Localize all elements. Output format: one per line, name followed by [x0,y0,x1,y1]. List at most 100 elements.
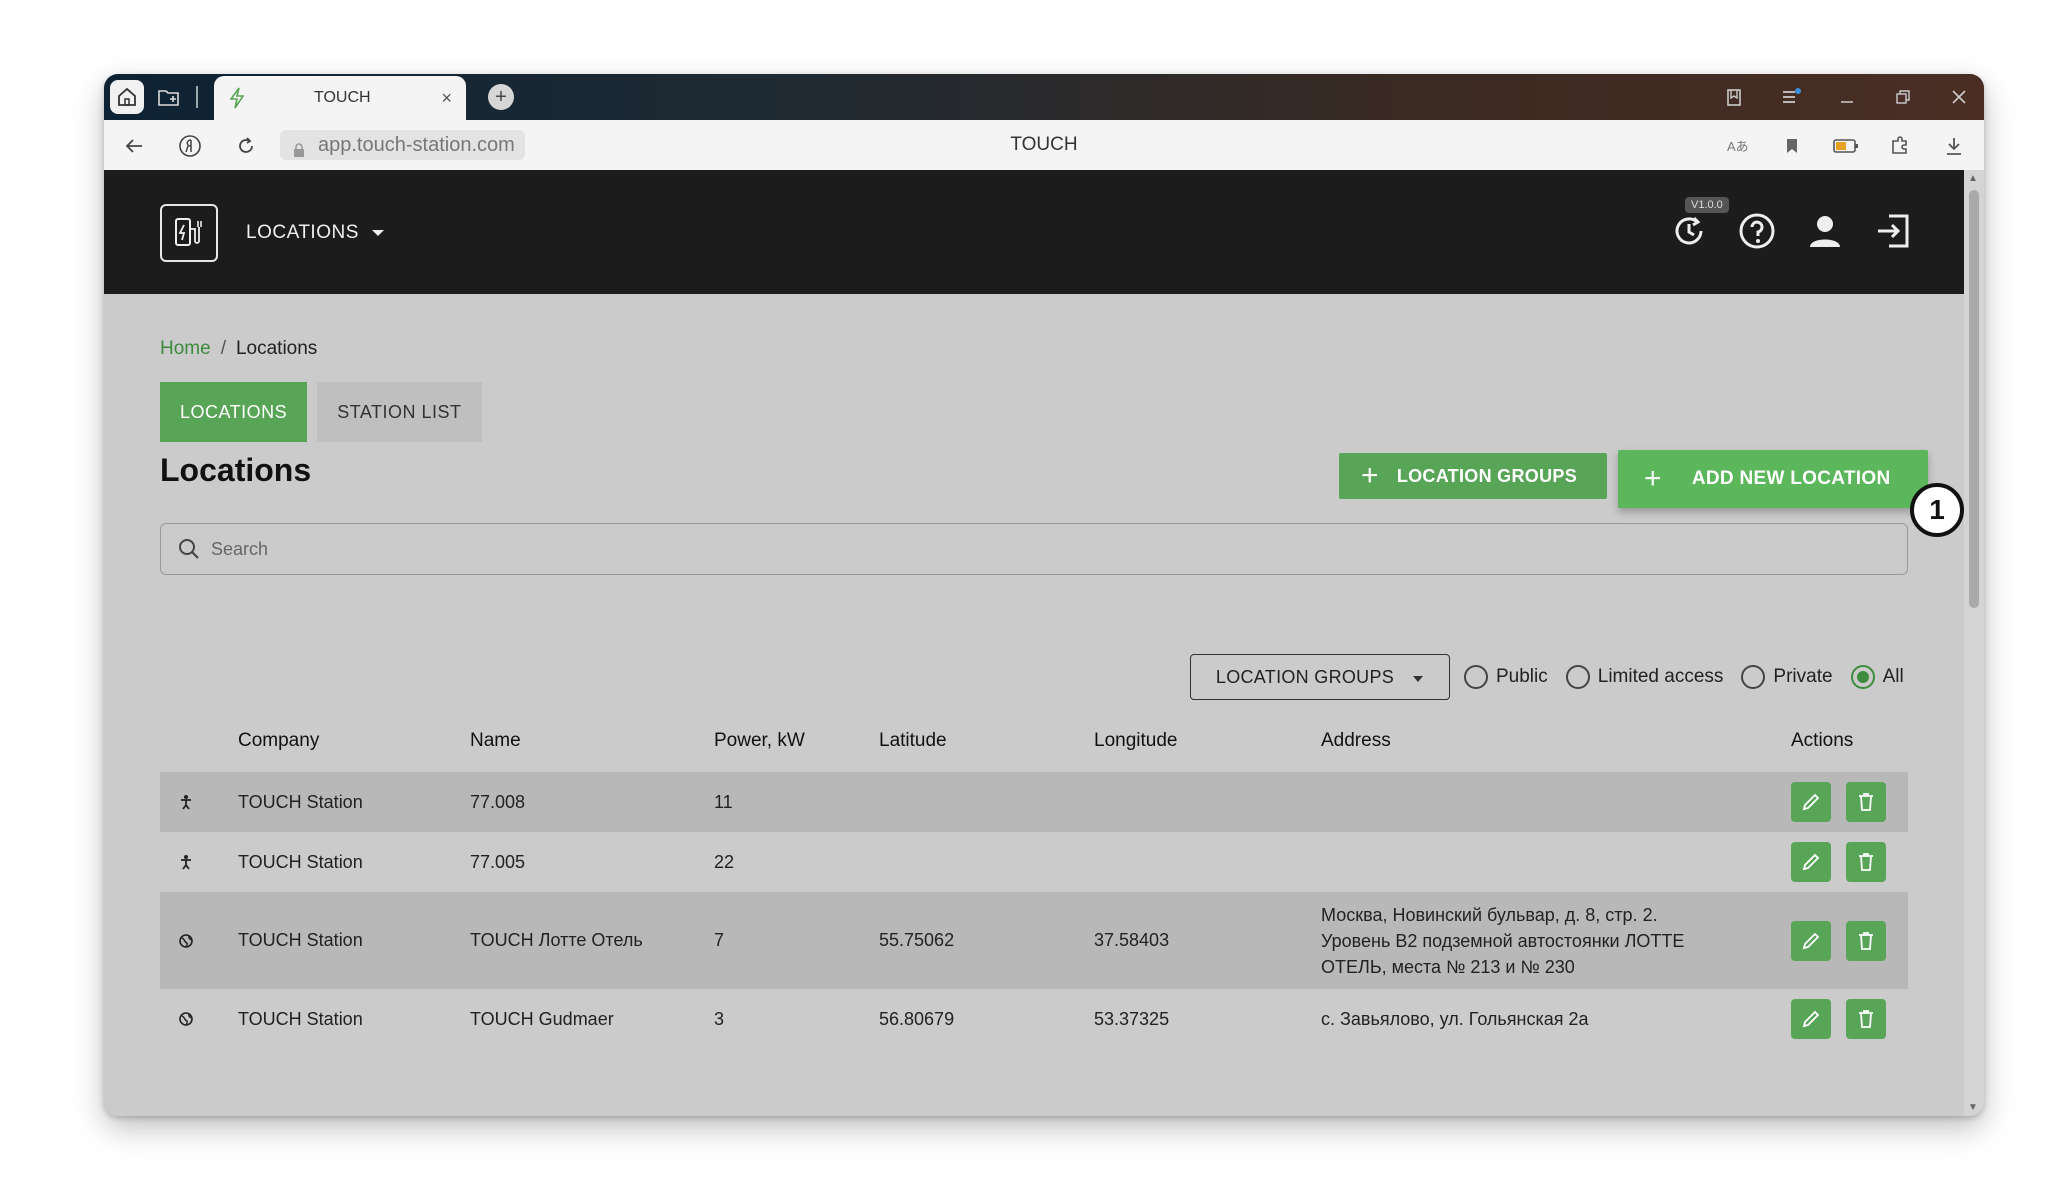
cell-company: TOUCH Station [238,851,363,872]
cell-company: TOUCH Station [238,791,363,812]
address-bar: app.touch-station.com TOUCH Aあ [104,120,1984,170]
locations-menu-label: LOCATIONS [246,222,359,243]
edit-button[interactable] [1791,842,1831,882]
home-icon[interactable] [110,80,144,114]
breadcrumb-separator: / [220,338,226,359]
help-icon[interactable] [1734,208,1780,254]
pencil-icon [1802,793,1820,811]
scroll-down-icon[interactable]: ▼ [1968,1102,1978,1113]
cell-power: 7 [714,930,725,950]
page-title-bar: TOUCH [1010,134,1078,155]
step-callout: 1 [1910,483,1964,537]
plus-icon: + [1361,459,1379,492]
new-tab-button[interactable]: + [488,84,514,110]
access-filter: Public Limited access Private All [1464,665,1912,689]
logo-icon[interactable] [160,204,218,262]
cell-latitude: 56.80679 [879,1008,955,1029]
search-field[interactable] [160,523,1908,575]
dropdown-label: LOCATION GROUPS [1215,666,1395,687]
vertical-scrollbar[interactable]: ▲ ▼ [1964,170,1984,1116]
filter-row: LOCATION GROUPS Public Limited access Pr… [1190,654,1912,700]
user-icon[interactable] [1802,208,1848,254]
search-input[interactable] [211,534,1811,564]
new-folder-icon[interactable] [152,80,186,114]
radio-limited-access[interactable]: Limited access [1565,665,1724,689]
header-actions: Actions [1791,730,1854,751]
table-row[interactable]: TOUCH Station TOUCH Лотте Отель 7 55.750… [160,892,1908,989]
header-longitude: Longitude [1094,730,1178,751]
radio-circle-selected [1850,665,1875,689]
trash-icon [1859,793,1873,811]
cell-longitude: 53.37325 [1094,1008,1170,1029]
page-viewport: LOCATIONS V1.0.0 Home / Locations LOCATI… [104,170,1964,1116]
header-company: Company [238,730,320,751]
cell-power: 3 [714,1008,725,1029]
scroll-up-icon[interactable]: ▲ [1968,173,1978,184]
location-groups-dropdown[interactable]: LOCATION GROUPS [1190,654,1450,700]
page-tabs: LOCATIONS STATION LIST [160,382,482,442]
radio-circle [1741,665,1766,689]
tab-locations[interactable]: LOCATIONS [160,382,308,442]
pencil-icon [1802,853,1820,871]
table-header: Company Name Power, kW Latitude Longitud… [160,710,1908,772]
cell-power: 22 [714,851,735,872]
caret-down-icon [371,222,385,244]
radio-label: All [1882,666,1904,687]
bookmark-icon[interactable] [1778,132,1806,160]
browser-tab[interactable]: TOUCH × [214,76,466,120]
location-groups-button[interactable]: + LOCATION GROUPS [1339,453,1607,499]
history-icon[interactable] [1666,208,1712,254]
radio-circle [1565,665,1590,689]
cell-address: с. Завьялово, ул. Гольянская 2а [1321,1009,1589,1029]
radio-public[interactable]: Public [1464,665,1548,689]
person-icon [178,854,194,870]
cell-power: 11 [714,791,733,812]
trash-icon [1859,931,1873,950]
radio-private[interactable]: Private [1741,665,1833,689]
tab-title: TOUCH [314,89,371,106]
globe-icon [178,933,194,949]
battery-icon[interactable] [1832,132,1860,160]
app-header: LOCATIONS V1.0.0 [104,170,1964,294]
restore-icon[interactable] [1888,80,1918,114]
menu-icon[interactable] [1776,80,1806,114]
browser-window: TOUCH × + app.touch-station.com TOUCH Aあ… [104,74,1984,1116]
delete-button[interactable] [1846,999,1886,1039]
minimize-icon[interactable] [1832,80,1862,114]
radio-label: Limited access [1597,666,1724,687]
download-icon[interactable] [1940,132,1968,160]
add-new-location-button[interactable]: + ADD NEW LOCATION [1618,450,1928,508]
delete-button[interactable] [1846,842,1886,882]
edit-button[interactable] [1791,920,1831,961]
add-new-location-label: ADD NEW LOCATION [1691,468,1891,489]
caret-down-icon [1412,667,1424,688]
close-window-icon[interactable] [1944,80,1974,114]
svg-text:Aあ: Aあ [1727,139,1749,154]
breadcrumb-home[interactable]: Home [160,338,211,360]
radio-label: Public [1496,666,1548,687]
translate-icon[interactable]: Aあ [1724,132,1752,160]
locations-menu[interactable]: LOCATIONS [246,222,385,244]
header-name: Name [470,730,521,751]
close-icon[interactable]: × [441,88,452,109]
delete-button[interactable] [1846,782,1886,822]
tab-station-list[interactable]: STATION LIST [317,382,482,442]
person-icon [178,794,194,810]
scrollbar-thumb[interactable] [1969,190,1979,608]
logout-icon[interactable] [1870,208,1916,254]
edit-button[interactable] [1791,999,1831,1039]
table-row[interactable]: TOUCH Station TOUCH Gudmaer 3 56.80679 5… [160,989,1908,1049]
cell-name: 77.008 [470,791,526,812]
table-row[interactable]: TOUCH Station 77.005 22 [160,832,1908,892]
plus-icon: + [1644,462,1662,495]
edit-button[interactable] [1791,782,1831,822]
delete-button[interactable] [1846,920,1886,961]
header-latitude: Latitude [879,730,947,751]
table-row[interactable]: TOUCH Station 77.008 11 [160,772,1908,832]
radio-all[interactable]: All [1850,665,1904,689]
pencil-icon [1802,932,1820,949]
bookmarks-icon[interactable] [1720,80,1750,114]
cell-latitude: 55.75062 [879,930,955,950]
radio-circle [1464,665,1488,689]
extensions-icon[interactable] [1886,132,1914,160]
